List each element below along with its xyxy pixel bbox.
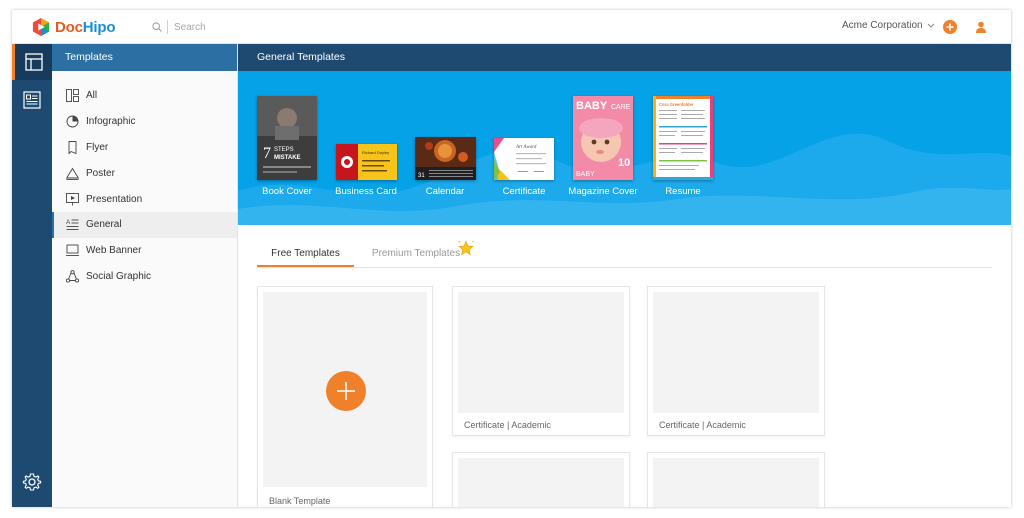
certificate-thumbnail: Art Award (494, 138, 554, 180)
sidebar-item-label: General (86, 219, 122, 231)
svg-text:Richard Doyley: Richard Doyley (362, 150, 389, 155)
svg-text:7: 7 (263, 145, 271, 162)
premium-star-icon (458, 240, 474, 256)
top-bar: DocHipo Acme Corporation (12, 10, 1011, 44)
sidebar-item-general[interactable]: A General (52, 211, 237, 238)
plus-icon (946, 23, 954, 31)
layout-icon (24, 53, 43, 71)
search-input[interactable] (174, 21, 314, 33)
plus-icon (337, 382, 355, 400)
category-label: Calendar (425, 186, 465, 197)
left-rail (12, 44, 52, 507)
text-lines-icon: A (65, 218, 79, 232)
sidebar-item-all[interactable]: All (52, 83, 237, 109)
logo-text: DocHipo (55, 18, 116, 36)
rail-templates-button[interactable] (12, 44, 52, 80)
sidebar-item-label: Presentation (86, 193, 143, 205)
resume-thumbnail: Cora Greenfolder (653, 96, 713, 180)
category-label: Business Card (335, 186, 397, 197)
search-icon (152, 22, 162, 32)
svg-text:CARE: CARE (611, 104, 631, 111)
card-preview (458, 292, 624, 413)
magazine-cover-thumbnail: BABY CARE 10 BABY (573, 96, 633, 180)
business-card-thumbnail: Richard Doyley (336, 144, 397, 180)
category-label: Resume (665, 186, 701, 197)
card-title: Certificate | Academic (464, 420, 551, 430)
template-tabs: Free Templates Premium Templates (257, 240, 992, 268)
grid-icon (65, 89, 79, 103)
svg-text:Cora Greenfolder: Cora Greenfolder (659, 102, 694, 107)
triangle-icon (65, 166, 79, 180)
category-sidebar: Templates All Infographic Flyer Poster P… (52, 44, 238, 507)
svg-text:MISTAKE: MISTAKE (274, 155, 301, 161)
sidebar-item-label: Social Graphic (86, 270, 152, 282)
template-card[interactable]: Certificate | Academic (647, 286, 825, 436)
category-label: Book Cover (262, 186, 312, 197)
sidebar-item-label: Infographic (86, 116, 136, 128)
logo[interactable]: DocHipo (32, 17, 115, 37)
pie-chart-icon (65, 115, 79, 129)
search-divider (167, 20, 168, 34)
svg-text:31: 31 (418, 173, 425, 179)
sidebar-item-presentation[interactable]: Presentation (52, 186, 237, 212)
calendar-thumbnail: 31 (415, 137, 476, 180)
presentation-icon (65, 192, 79, 206)
card-preview (653, 292, 819, 413)
organization-name: Acme Corporation (842, 20, 923, 31)
template-card[interactable] (452, 452, 630, 507)
card-preview (458, 458, 624, 507)
svg-text:10: 10 (618, 157, 630, 169)
add-button[interactable] (943, 20, 957, 34)
sidebar-item-infographic[interactable]: Infographic (52, 109, 237, 135)
sidebar-item-flyer[interactable]: Flyer (52, 135, 237, 161)
sidebar-title: Templates (52, 44, 237, 71)
chevron-down-icon (927, 23, 934, 28)
share-network-icon (65, 269, 79, 283)
svg-text:BABY: BABY (576, 100, 608, 112)
rail-documents-button[interactable] (12, 82, 52, 118)
svg-text:STEPS: STEPS (274, 147, 294, 153)
svg-text:A: A (66, 219, 71, 226)
page-title: General Templates (238, 44, 1011, 71)
category-list: All Infographic Flyer Poster Presentatio… (52, 83, 237, 289)
main-content: General Templates 7 STEPS MISTAKE Book C… (238, 44, 1011, 507)
document-list-icon (23, 91, 41, 109)
tab-free-templates[interactable]: Free Templates (257, 243, 354, 267)
svg-text:Art Award: Art Award (515, 145, 537, 150)
sidebar-item-social-graphic[interactable]: Social Graphic (52, 264, 237, 290)
blank-template-card[interactable]: Blank Template (257, 286, 433, 507)
sidebar-item-label: Flyer (86, 141, 109, 153)
user-icon[interactable] (974, 20, 988, 34)
settings-gear-icon[interactable] (22, 472, 42, 492)
search-box[interactable] (152, 19, 314, 35)
category-label: Certificate (502, 186, 546, 197)
card-title: Certificate | Academic (659, 420, 746, 430)
sidebar-item-poster[interactable]: Poster (52, 160, 237, 186)
sidebar-item-label: All (86, 90, 98, 102)
create-blank-button[interactable] (326, 371, 366, 411)
logo-icon (32, 18, 50, 36)
sidebar-item-web-banner[interactable]: Web Banner (52, 238, 237, 264)
card-preview (653, 458, 819, 507)
flyer-icon (65, 140, 79, 154)
category-banner: 7 STEPS MISTAKE Book Cover Richard Doyle… (238, 71, 1011, 225)
card-title: Blank Template (269, 496, 331, 506)
template-card[interactable]: Certificate | Academic (452, 286, 630, 436)
monitor-icon (65, 244, 79, 258)
category-label: Magazine Cover (568, 186, 638, 197)
book-cover-thumbnail: 7 STEPS MISTAKE (257, 96, 317, 180)
sidebar-item-label: Web Banner (86, 245, 142, 257)
template-card[interactable] (647, 452, 825, 507)
svg-text:BABY: BABY (576, 171, 595, 178)
sidebar-item-label: Poster (86, 167, 115, 179)
organization-dropdown[interactable]: Acme Corporation (842, 20, 935, 31)
tab-premium-templates[interactable]: Premium Templates (369, 243, 463, 267)
app-window: DocHipo Acme Corporation (12, 10, 1011, 507)
